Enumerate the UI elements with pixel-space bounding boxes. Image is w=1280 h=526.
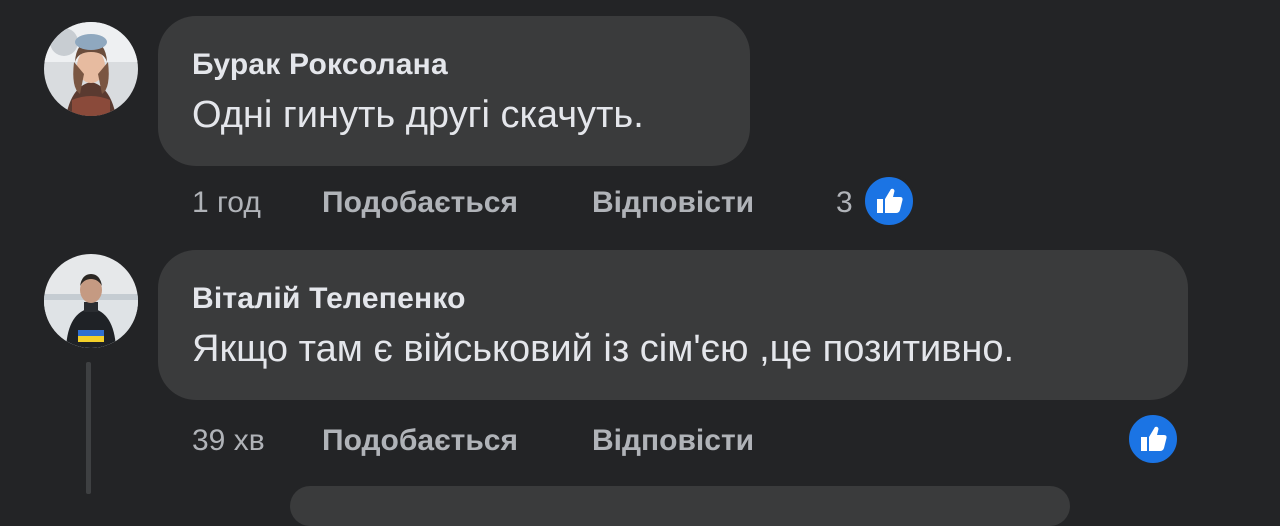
like-button[interactable]: Подобається [322,186,518,220]
comment-timestamp[interactable]: 39 хв [192,424,265,458]
next-comment-bubble [290,486,1070,526]
comment-timestamp[interactable]: 1 год [192,186,261,220]
reply-thread-line [86,362,91,494]
comment-author[interactable]: Віталій Телепенко [192,282,466,316]
avatar-photo-woman [44,22,138,116]
comment-bubble: Бурак Роксолана Одні гинуть другі скачут… [158,16,750,166]
comment-author[interactable]: Бурак Роксолана [192,48,448,82]
avatar[interactable] [44,22,138,116]
like-button[interactable]: Подобається [322,424,518,458]
comment-text: Одні гинуть другі скачуть. [192,94,644,136]
reaction-count[interactable]: 3 [836,186,853,220]
avatar[interactable] [44,254,138,348]
reply-button[interactable]: Відповісти [592,186,754,220]
avatar-photo-man [44,254,138,348]
reply-button[interactable]: Відповісти [592,424,754,458]
thumbs-up-icon[interactable] [1126,412,1180,466]
comment-bubble: Віталій Телепенко Якщо там є військовий … [158,250,1188,400]
thumbs-up-icon[interactable] [862,174,916,228]
comment-text: Якщо там є військовий із сім'єю ,це пози… [192,328,1015,370]
